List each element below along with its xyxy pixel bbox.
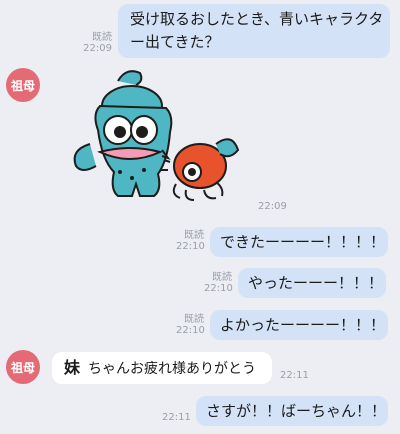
message-text: ちゃんお疲れ様ありがとう bbox=[88, 361, 257, 377]
read-receipt: 既読 bbox=[184, 230, 204, 241]
message-time: 22:10 bbox=[176, 325, 205, 336]
message-text-line1: 受け取るおしたとき、青いキャラクタ bbox=[130, 10, 384, 28]
hangyodon-sticker-image bbox=[73, 70, 240, 201]
message-emphasis: 妹 bbox=[64, 358, 81, 377]
message-bubble[interactable]: 受け取るおしたとき、青いキャラクタ ー出てきた？ bbox=[118, 4, 390, 58]
message-bubble[interactable]: よかったーーーー！！！ bbox=[210, 310, 388, 340]
message-time: 22:11 bbox=[280, 370, 309, 381]
message-time: 22:09 bbox=[83, 43, 112, 54]
message-bubble[interactable]: さすが！！ばーちゃん！！ bbox=[196, 396, 388, 426]
message-text-line2: ー出てきた？ bbox=[130, 33, 220, 51]
avatar-label: 祖母 bbox=[10, 360, 35, 375]
read-receipt: 既読 bbox=[92, 32, 112, 43]
message-bubble[interactable]: できたーーーー！！！！ bbox=[210, 227, 388, 257]
message-text: やったーーー！！！ bbox=[248, 274, 384, 292]
message-time: 22:11 bbox=[162, 412, 191, 423]
read-receipt: 既読 bbox=[184, 314, 204, 325]
avatar[interactable]: 祖母 bbox=[6, 350, 40, 384]
message-time: 22:10 bbox=[176, 241, 205, 252]
sticker-time: 22:09 bbox=[258, 201, 287, 212]
message-bubble[interactable]: やったーーー！！！ bbox=[238, 268, 386, 298]
read-receipt: 既読 bbox=[212, 272, 232, 283]
message-text: よかったーーーー！！！ bbox=[220, 316, 386, 334]
avatar[interactable]: 祖母 bbox=[6, 68, 40, 102]
message-bubble[interactable]: 妹ちゃんお疲れ様ありがとう bbox=[52, 352, 272, 384]
avatar-label: 祖母 bbox=[10, 78, 35, 93]
message-text: できたーーーー！！！！ bbox=[220, 233, 386, 251]
message-time: 22:10 bbox=[204, 283, 233, 294]
message-text: さすが！！ばーちゃん！！ bbox=[206, 402, 387, 420]
sticker-message[interactable] bbox=[60, 66, 250, 212]
